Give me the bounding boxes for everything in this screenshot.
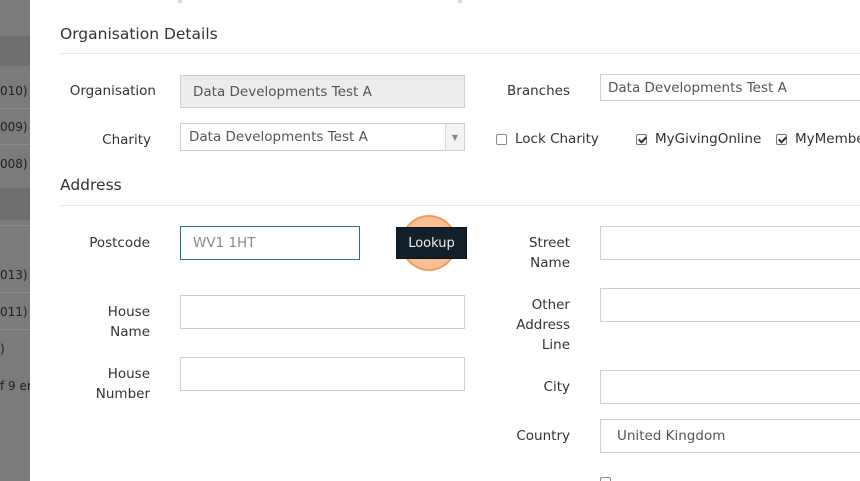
street-name-label: Street Name bbox=[470, 233, 570, 273]
branches-label: Branches bbox=[507, 83, 570, 99]
organisation-value: Data Developments Test A bbox=[193, 83, 372, 100]
background-divider bbox=[0, 292, 30, 293]
chevron-down-icon[interactable]: ▼ bbox=[445, 124, 464, 150]
background-divider bbox=[0, 144, 30, 145]
mygivingonline-checkbox[interactable]: MyGivingOnline bbox=[636, 131, 761, 147]
checkbox-icon[interactable] bbox=[496, 133, 507, 145]
street-name-label-line: Street bbox=[528, 235, 570, 251]
top-edge-mark bbox=[458, 0, 462, 3]
background-band bbox=[0, 36, 30, 66]
background-divider bbox=[0, 329, 30, 330]
background-text: 008) bbox=[0, 157, 28, 171]
background-divider bbox=[0, 108, 30, 109]
country-select[interactable]: United Kingdom bbox=[600, 419, 860, 453]
house-name-label-line: House bbox=[107, 304, 150, 320]
charity-select[interactable]: Data Developments Test A ▼ bbox=[180, 123, 465, 151]
street-name-input[interactable] bbox=[600, 226, 860, 260]
background-text: 011) bbox=[0, 305, 28, 319]
house-number-input[interactable] bbox=[180, 357, 465, 391]
lock-charity-checkbox[interactable]: Lock Charity bbox=[496, 131, 599, 147]
checkbox-checked-icon[interactable] bbox=[636, 133, 647, 145]
branches-value: Data Developments Test A bbox=[608, 79, 787, 96]
checkbox-checked-icon[interactable] bbox=[776, 133, 787, 145]
mymember-checkbox[interactable]: MyMembe bbox=[776, 131, 860, 147]
house-name-label: House Name bbox=[30, 302, 150, 342]
house-number-label: House Number bbox=[30, 364, 150, 404]
country-label: Country bbox=[516, 428, 570, 444]
house-number-label-line: House bbox=[107, 366, 150, 382]
other-address-line-label: Other Address Line bbox=[470, 295, 570, 355]
address-title: Address bbox=[60, 176, 122, 194]
other-address-label-line: Other bbox=[531, 297, 570, 313]
branches-select[interactable]: Data Developments Test A bbox=[600, 74, 860, 101]
postcode-input[interactable]: WV1 1HT bbox=[180, 226, 360, 260]
organisation-modal: Organisation Details Organisation Data D… bbox=[30, 0, 860, 481]
house-number-label-line: Number bbox=[95, 386, 150, 402]
postcode-value: WV1 1HT bbox=[193, 235, 256, 251]
city-input[interactable] bbox=[600, 370, 860, 404]
other-address-label-line: Line bbox=[541, 337, 570, 353]
mygivingonline-label: MyGivingOnline bbox=[655, 131, 762, 147]
background-text: 009) bbox=[0, 120, 28, 134]
street-name-label-line: Name bbox=[530, 255, 570, 271]
background-text: ) bbox=[0, 342, 5, 356]
partial-checkbox-icon[interactable] bbox=[600, 477, 611, 481]
background-overlay: 010) 009) 008) 013) 011) ) f 9 en bbox=[0, 0, 30, 481]
section-divider bbox=[60, 53, 860, 54]
country-value: United Kingdom bbox=[617, 428, 726, 444]
organisation-field: Data Developments Test A bbox=[180, 75, 465, 108]
house-name-label-line: Name bbox=[110, 324, 150, 340]
organisation-label: Organisation bbox=[69, 83, 156, 99]
city-label: City bbox=[543, 379, 570, 395]
lookup-button-label: Lookup bbox=[408, 235, 455, 251]
other-address-line-input[interactable] bbox=[600, 288, 860, 322]
background-text: 010) bbox=[0, 84, 28, 98]
charity-value: Data Developments Test A bbox=[189, 129, 368, 145]
background-divider bbox=[0, 225, 30, 226]
house-name-input[interactable] bbox=[180, 295, 465, 329]
background-band bbox=[0, 188, 30, 220]
organisation-details-title: Organisation Details bbox=[60, 25, 218, 43]
lookup-button[interactable]: Lookup bbox=[396, 227, 467, 259]
lock-charity-label: Lock Charity bbox=[515, 131, 599, 147]
top-edge-mark bbox=[178, 0, 182, 3]
postcode-label: Postcode bbox=[89, 235, 150, 251]
background-text: f 9 en bbox=[0, 379, 30, 393]
mymember-label: MyMembe bbox=[795, 131, 860, 147]
charity-label: Charity bbox=[102, 132, 151, 148]
other-address-label-line: Address bbox=[516, 317, 570, 333]
section-divider bbox=[60, 205, 860, 206]
background-text: 013) bbox=[0, 268, 28, 282]
